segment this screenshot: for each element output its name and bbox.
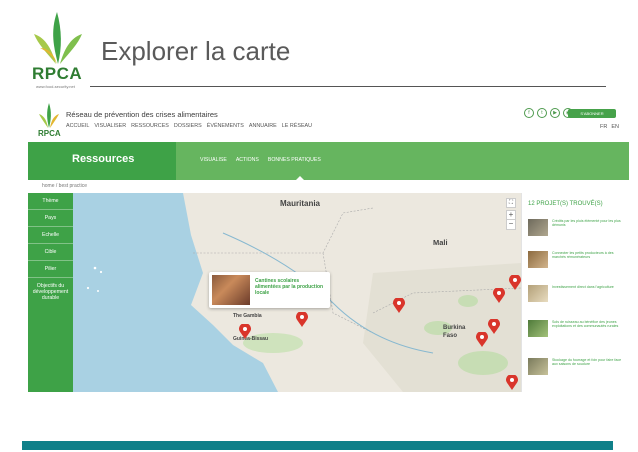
- result-title[interactable]: Sols de ruisseau au bénéfice des jeunes …: [552, 320, 624, 329]
- wheat-leaves-icon: [39, 103, 59, 128]
- logo-wordmark: RPCA: [32, 64, 83, 83]
- result-title[interactable]: Stockage du fourrage et foin pour faire …: [552, 358, 624, 367]
- twitter-icon[interactable]: t: [537, 108, 547, 118]
- social-links: f t ▶ ◉: [524, 108, 573, 118]
- nav-item-le-reseau[interactable]: LE RÉSEAU: [282, 123, 312, 129]
- breadcrumb: home / best practice: [42, 183, 88, 189]
- title-divider: [90, 86, 606, 87]
- site-name: Réseau de prévention des crises alimenta…: [66, 110, 218, 119]
- map-marker[interactable]: [506, 375, 518, 390]
- filter-pays[interactable]: Pays: [28, 210, 73, 227]
- result-item[interactable]: Connecter les petits producteurs à des m…: [528, 251, 628, 271]
- result-thumbnail: [528, 320, 548, 337]
- filter-theme[interactable]: Thème: [28, 193, 73, 210]
- map-marker[interactable]: [476, 332, 488, 347]
- site-logo[interactable]: RPCA: [38, 102, 61, 138]
- nav-item-annuaire[interactable]: ANNUAIRE: [249, 123, 277, 129]
- slide-title: Explorer la carte: [101, 36, 291, 66]
- fullscreen-icon[interactable]: ⛶: [506, 198, 516, 208]
- website-screenshot: RPCA Réseau de prévention des crises ali…: [28, 96, 629, 392]
- subscribe-button[interactable]: S'ABONNER: [568, 109, 616, 118]
- map-marker[interactable]: [296, 312, 308, 327]
- map-marker[interactable]: [509, 275, 521, 290]
- popup-title[interactable]: Cantines scolaires alimentées par la pro…: [255, 278, 325, 296]
- main-nav: ACCUEIL VISUALISER RESSOURCES DOSSIERS É…: [66, 123, 312, 129]
- rpca-logo: RPCA www.food-security.net: [30, 8, 86, 89]
- popup-photo: [212, 275, 250, 305]
- filter-echelle[interactable]: Echelle: [28, 227, 73, 244]
- map-marker[interactable]: [393, 298, 405, 313]
- results-panel: 12 PROJET(S) TROUVÉ(S) Crédits par les p…: [521, 193, 629, 392]
- tab-bonnes-pratiques[interactable]: BONNES PRATIQUES: [268, 157, 321, 163]
- result-thumbnail: [528, 285, 548, 302]
- map-label-mauritania: Mauritania: [280, 199, 321, 208]
- nav-item-visualiser[interactable]: VISUALISER: [94, 123, 126, 129]
- results-count: 12 PROJET(S) TROUVÉ(S): [528, 201, 603, 207]
- nav-item-accueil[interactable]: ACCUEIL: [66, 123, 89, 129]
- active-tab-caret: [295, 176, 305, 181]
- lang-fr[interactable]: FR: [600, 124, 607, 130]
- wheat-leaves-icon: [34, 12, 82, 64]
- site-logo-text: RPCA: [38, 129, 61, 138]
- result-item[interactable]: Stockage du fourrage et foin pour faire …: [528, 358, 628, 378]
- map-popup[interactable]: Cantines scolaires alimentées par la pro…: [209, 272, 330, 308]
- filter-odd[interactable]: Objectifs du développement durable: [28, 278, 73, 306]
- nav-item-ressources[interactable]: RESSOURCES: [131, 123, 169, 129]
- result-title[interactable]: Investissement direct dans l'agriculture: [552, 285, 624, 289]
- map-label-mali: Mali: [433, 238, 448, 247]
- youtube-icon[interactable]: ▶: [550, 108, 560, 118]
- section-bar: Ressources VISUALISE ACTIONS BONNES PRAT…: [28, 142, 629, 180]
- map-marker[interactable]: [239, 324, 251, 339]
- result-title[interactable]: Crédits par les pluis élémenté pour les …: [552, 219, 624, 228]
- language-switcher: FR EN: [600, 124, 619, 130]
- tab-visualise[interactable]: VISUALISE: [200, 157, 227, 163]
- result-thumbnail: [528, 358, 548, 375]
- map-marker[interactable]: [488, 319, 500, 334]
- nav-item-evenements[interactable]: ÉVÉNEMENTS: [207, 123, 244, 129]
- result-item[interactable]: Investissement direct dans l'agriculture: [528, 285, 628, 305]
- filter-pilier[interactable]: Pilier: [28, 261, 73, 278]
- map-label-burkina-faso: Burkina Faso: [443, 325, 466, 339]
- result-item[interactable]: Sols de ruisseau au bénéfice des jeunes …: [528, 320, 628, 340]
- map[interactable]: Mauritania Mali Burkina Faso Guinea-Biss…: [73, 193, 521, 392]
- zoom-out-button[interactable]: −: [506, 220, 516, 230]
- section-title: Ressources: [72, 153, 135, 165]
- filter-cible[interactable]: Cible: [28, 244, 73, 261]
- result-thumbnail: [528, 251, 548, 268]
- tab-actions[interactable]: ACTIONS: [236, 157, 259, 163]
- footer-bar: [22, 441, 613, 450]
- result-item[interactable]: Crédits par les pluis élémenté pour les …: [528, 219, 628, 239]
- site-header: RPCA Réseau de prévention des crises ali…: [28, 96, 629, 142]
- facebook-icon[interactable]: f: [524, 108, 534, 118]
- result-title[interactable]: Connecter les petits producteurs à des m…: [552, 251, 624, 260]
- map-zoom-controls: ⛶ + −: [506, 198, 516, 230]
- result-thumbnail: [528, 219, 548, 236]
- map-label-the-gambia: The Gambia: [233, 313, 262, 319]
- logo-url: www.food-security.net: [36, 84, 75, 89]
- lang-en[interactable]: EN: [611, 124, 619, 130]
- nav-item-dossiers[interactable]: DOSSIERS: [174, 123, 202, 129]
- section-tabs: VISUALISE ACTIONS BONNES PRATIQUES: [200, 157, 321, 163]
- slide: RPCA www.food-security.net Explorer la c…: [0, 0, 638, 452]
- filter-sidebar: Thème Pays Echelle Cible Pilier Objectif…: [28, 193, 73, 392]
- map-marker[interactable]: [493, 288, 505, 303]
